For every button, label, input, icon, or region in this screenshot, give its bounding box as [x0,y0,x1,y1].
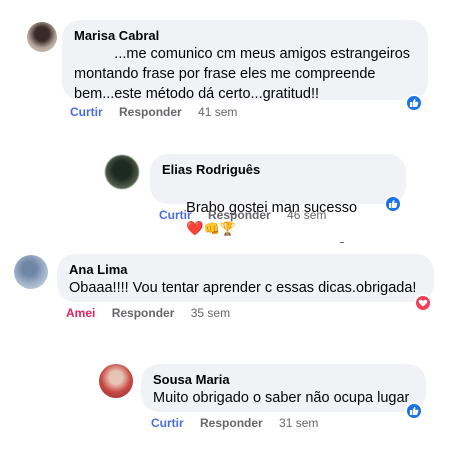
avatar[interactable] [27,22,57,52]
thumbs-up-icon [389,200,398,208]
comment-text: Obaaa!!!! Vou tentar aprender c essas di… [69,280,417,296]
reply-button[interactable]: Responder [112,306,175,320]
comment-author[interactable]: Sousa Maria [153,372,414,388]
comment-author[interactable]: Ana Lima [69,262,422,278]
avatar[interactable] [105,155,139,189]
comment-bubble: Sousa Maria Muito obrigado o saber não o… [141,364,426,412]
reaction-love-icon[interactable] [414,294,432,312]
avatar[interactable] [14,255,48,289]
comment-bubble: Marisa Cabral ...me comunico cm meus ami… [62,20,428,102]
trophy-emoji-icon: 🏆 [219,221,236,236]
like-button[interactable]: Curtir [151,416,184,430]
comment-actions: Curtir Responder 41 sem [70,104,250,120]
reply-button[interactable]: Responder [119,105,182,119]
comment-actions: Amei Responder 35 sem [66,305,243,321]
comment-author[interactable]: Elias Rodriguês [162,162,394,178]
timestamp[interactable]: 31 sem [279,416,318,430]
heart-icon [418,299,428,307]
comment-actions: Curtir Responder 31 sem [151,415,331,431]
comment-text: ...me comunico cm meus amigos estrangeir… [74,46,411,102]
avatar[interactable] [99,364,133,398]
like-button[interactable]: Curtir [70,105,103,119]
comment-text: Muito obrigado o saber não ocupa lugar [153,390,410,406]
divider [340,242,344,243]
comment-author[interactable]: Marisa Cabral [74,28,416,44]
love-button[interactable]: Amei [66,306,95,320]
reaction-like-icon[interactable] [384,195,402,213]
reply-button[interactable]: Responder [208,208,271,222]
thumbs-up-icon [410,99,419,107]
fist-emoji-icon: 👊 [203,221,220,236]
timestamp[interactable]: 41 sem [198,105,237,119]
like-button[interactable]: Curtir [159,208,192,222]
reply-button[interactable]: Responder [200,416,263,430]
reaction-like-icon[interactable] [405,402,423,420]
comment-bubble: Ana Lima Obaaa!!!! Vou tentar aprender c… [57,254,434,302]
thumbs-up-icon [410,407,419,415]
comment-bubble: Elias Rodriguês Brabo gostei man sucesso… [150,154,406,236]
comment-actions: Curtir Responder 46 sem [159,207,339,223]
reaction-like-icon[interactable] [405,94,423,112]
timestamp[interactable]: 46 sem [287,208,326,222]
timestamp[interactable]: 35 sem [191,306,230,320]
